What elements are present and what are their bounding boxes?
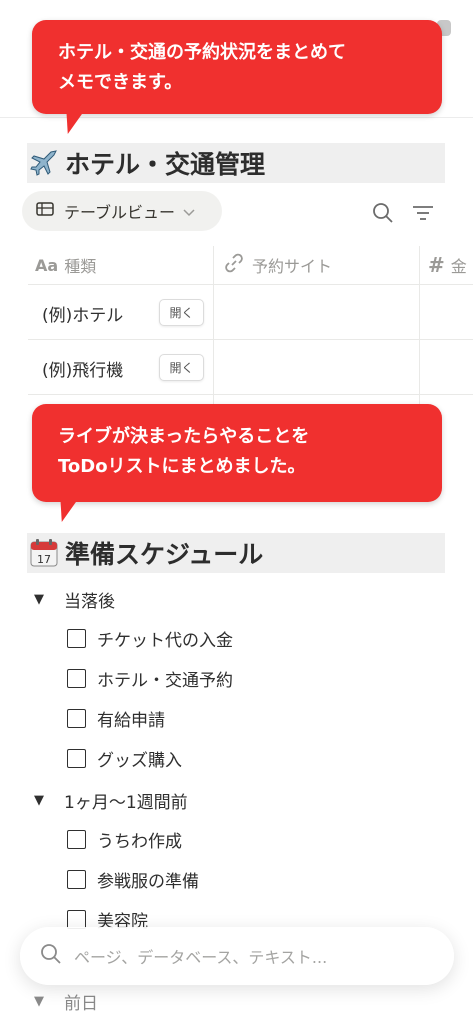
- todo-label: 参戦服の準備: [97, 872, 199, 892]
- todo-item[interactable]: 参戦服の準備: [67, 867, 199, 892]
- toggle-label: 前日: [64, 994, 98, 1014]
- checkbox[interactable]: [67, 749, 86, 768]
- open-row-button[interactable]: 開く: [159, 354, 204, 381]
- toggle-day-before[interactable]: ▼ 前日: [34, 989, 98, 1014]
- column-header-amount[interactable]: # 金: [428, 246, 467, 284]
- search-bar[interactable]: ページ、データベース、テキスト...: [20, 927, 454, 985]
- todo-item[interactable]: グッズ購入: [67, 746, 182, 771]
- callout-line: ToDoリストにまとめました。: [58, 456, 306, 477]
- callout-line: メモできます。: [58, 72, 183, 93]
- text-property-icon: Aa: [35, 255, 59, 275]
- callout-bubble-hotel: ホテル・交通の予約状況をまとめて メモできます。: [32, 20, 442, 134]
- callout-line: ホテル・交通の予約状況をまとめて: [58, 42, 346, 63]
- airplane-icon: [27, 146, 61, 180]
- callout-line: ライブが決まったらやることを: [58, 426, 310, 447]
- divider: [28, 284, 473, 285]
- todo-item[interactable]: うちわ作成: [67, 827, 182, 852]
- section-title: ホテル・交通管理: [65, 150, 266, 179]
- toggle-label: 当落後: [64, 592, 115, 612]
- link-icon: [224, 253, 244, 277]
- view-tab-label: テーブルビュー: [64, 203, 176, 222]
- callout-bubble-todo: ライブが決まったらやることを ToDoリストにまとめました。: [32, 404, 442, 522]
- toggle-label: 1ヶ月〜1週間前: [64, 793, 188, 813]
- toggle-open-icon[interactable]: ▼: [34, 994, 50, 1009]
- divider: [419, 246, 420, 406]
- table-row-name[interactable]: (例)飛行機: [42, 356, 123, 381]
- todo-item[interactable]: チケット代の入金: [67, 626, 233, 651]
- todo-label: ホテル・交通予約: [97, 671, 233, 691]
- search-icon[interactable]: [372, 202, 394, 228]
- todo-label: 有給申請: [97, 711, 165, 731]
- open-row-button[interactable]: 開く: [159, 299, 204, 326]
- checkbox[interactable]: [67, 669, 86, 688]
- toggle-month-before[interactable]: ▼ 1ヶ月〜1週間前: [34, 788, 188, 813]
- section-heading-hotel: ホテル・交通管理: [27, 143, 445, 183]
- calendar-date: 17: [37, 553, 51, 566]
- search-icon: [40, 943, 62, 969]
- todo-label: チケット代の入金: [97, 631, 233, 651]
- section-heading-schedule: 17 準備スケジュール: [27, 533, 445, 573]
- column-label: 種類: [64, 257, 97, 276]
- todo-item[interactable]: 有給申請: [67, 706, 165, 731]
- calendar-icon: 17: [27, 536, 61, 570]
- table-view-tab[interactable]: テーブルビュー: [22, 191, 222, 231]
- toggle-after-lottery[interactable]: ▼ 当落後: [34, 587, 115, 612]
- column-label: 金: [450, 257, 467, 276]
- toggle-open-icon[interactable]: ▼: [34, 592, 50, 607]
- todo-label: うちわ作成: [97, 832, 182, 852]
- checkbox[interactable]: [67, 870, 86, 889]
- chevron-down-icon: [183, 202, 195, 221]
- checkbox[interactable]: [67, 629, 86, 648]
- table-row-name[interactable]: (例)ホテル: [42, 301, 123, 326]
- column-header-type[interactable]: Aa 種類: [35, 246, 96, 284]
- checkbox[interactable]: [67, 830, 86, 849]
- filter-icon[interactable]: [412, 204, 434, 226]
- search-placeholder: ページ、データベース、テキスト...: [74, 948, 328, 967]
- divider: [28, 394, 473, 395]
- column-label: 予約サイト: [252, 257, 333, 276]
- todo-item[interactable]: ホテル・交通予約: [67, 666, 233, 691]
- table-icon: [36, 201, 54, 221]
- divider: [213, 246, 214, 406]
- number-property-icon: #: [428, 253, 445, 277]
- checkbox[interactable]: [67, 709, 86, 728]
- toggle-open-icon[interactable]: ▼: [34, 793, 50, 808]
- column-header-site[interactable]: 予約サイト: [224, 246, 332, 284]
- section-title: 準備スケジュール: [65, 540, 264, 569]
- todo-label: グッズ購入: [97, 751, 182, 771]
- divider: [28, 339, 473, 340]
